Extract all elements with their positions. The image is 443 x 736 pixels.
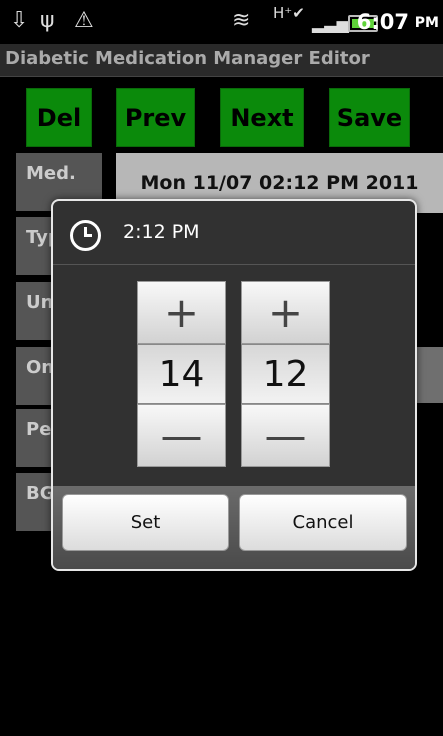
signal-icon: ▂▃▅ — [312, 14, 349, 33]
next-button[interactable]: Next — [220, 88, 304, 147]
download-icon: ⇩ — [10, 8, 29, 33]
dialog-footer: Set Cancel — [53, 486, 415, 569]
hour-increment-button[interactable]: + — [137, 281, 226, 344]
status-bar: ⇩ ψ ⚠ ≋ H⁺✔ ▂▃▅ 6:07 PM — [0, 0, 443, 44]
hour-decrement-button[interactable]: — — [137, 404, 226, 467]
app-title: Diabetic Medication Manager Editor — [5, 48, 370, 69]
clock-icon — [70, 220, 101, 251]
title-bar: Diabetic Medication Manager Editor — [0, 44, 443, 77]
hour-picker: + 14 — — [137, 281, 226, 468]
hour-value[interactable]: 14 — [137, 344, 226, 404]
label-text: Un — [26, 292, 54, 313]
label-text: On — [26, 357, 55, 378]
status-time: 6:07 — [356, 10, 409, 34]
time-picker-dialog: 2:12 PM + 14 — + 12 — Set Cancel — [51, 199, 417, 571]
dialog-header: 2:12 PM — [53, 201, 415, 265]
minute-decrement-button[interactable]: — — [241, 404, 330, 467]
minute-value[interactable]: 12 — [241, 344, 330, 404]
usb-icon: ψ — [40, 8, 55, 33]
status-ampm: PM — [414, 15, 439, 31]
minute-picker: + 12 — — [241, 281, 330, 468]
dialog-title: 2:12 PM — [123, 221, 200, 243]
cancel-button[interactable]: Cancel — [239, 494, 407, 551]
set-button[interactable]: Set — [62, 494, 229, 551]
del-button[interactable]: Del — [26, 88, 92, 147]
label-text: Med. — [26, 163, 76, 184]
minute-increment-button[interactable]: + — [241, 281, 330, 344]
warning-icon: ⚠ — [74, 8, 94, 33]
prev-button[interactable]: Prev — [116, 88, 195, 147]
wifi-icon: ≋ — [232, 8, 251, 33]
save-button[interactable]: Save — [329, 88, 410, 147]
hplus-data-icon: H⁺✔ — [273, 4, 305, 22]
